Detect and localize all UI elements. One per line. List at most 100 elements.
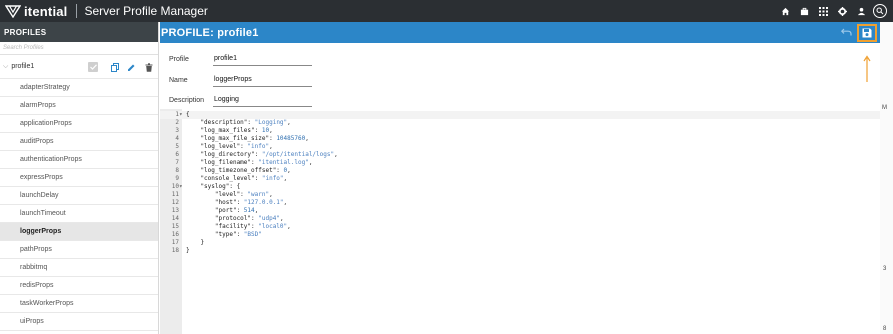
profile-search-input[interactable]: Search Profiles bbox=[0, 42, 158, 55]
sidebar-item-launchtimeout[interactable]: launchTimeout bbox=[0, 205, 158, 223]
line-number: 2 bbox=[175, 119, 179, 126]
code-text: "log_directory": "/opt/itential/logs", bbox=[186, 151, 338, 158]
profile-label: Profile bbox=[169, 56, 189, 63]
sidebar-item-launchdelay[interactable]: launchDelay bbox=[0, 187, 158, 205]
sidebar-item-authenticationprops[interactable]: authenticationProps bbox=[0, 151, 158, 169]
line-number: 14 bbox=[171, 215, 179, 222]
code-text: "protocol": "udp4", bbox=[186, 215, 284, 222]
right-edge-strip: M 3 8 bbox=[880, 22, 893, 334]
profile-form: Profile profile1 Name loggerProps Descri… bbox=[160, 43, 880, 111]
fold-toggle-icon[interactable]: ▾ bbox=[179, 183, 183, 191]
code-text: } bbox=[186, 247, 190, 254]
sidebar-item-applicationprops[interactable]: applicationProps bbox=[0, 115, 158, 133]
brand-name: itential bbox=[24, 3, 68, 19]
briefcase-icon[interactable] bbox=[795, 0, 813, 22]
line-number: 1 bbox=[175, 111, 179, 118]
profile-actions bbox=[88, 61, 159, 73]
line-number: 3 bbox=[175, 127, 179, 134]
sidebar-item-redisprops[interactable]: redisProps bbox=[0, 277, 158, 295]
code-line: 15 "facility": "local0", bbox=[160, 223, 880, 231]
sidebar-item-alarmprops[interactable]: alarmProps bbox=[0, 97, 158, 115]
sidebar-item-uiprops[interactable]: uiProps bbox=[0, 313, 158, 331]
sidebar-item-loggerprops[interactable]: loggerProps bbox=[0, 223, 158, 241]
code-text: } bbox=[186, 239, 205, 246]
undo-icon[interactable] bbox=[840, 26, 852, 38]
sidebar-item-auditprops[interactable]: auditProps bbox=[0, 133, 158, 151]
code-line: 3 "log_max_files": 10, bbox=[160, 127, 880, 135]
line-number: 12 bbox=[171, 199, 179, 206]
description-input[interactable]: Logging bbox=[213, 92, 312, 107]
save-button[interactable] bbox=[857, 24, 877, 42]
profile-field-row: Profile profile1 bbox=[160, 51, 480, 69]
code-line: 9 "console_level": "info", bbox=[160, 175, 880, 183]
code-line: 16 "type": "BSD" bbox=[160, 231, 880, 239]
sidebar-item-adapterstrategy[interactable]: adapterStrategy bbox=[0, 79, 158, 97]
profiles-sidebar: PROFILES Search Profiles ⌵ profile1 adap… bbox=[0, 22, 159, 334]
search-icon[interactable] bbox=[871, 0, 889, 22]
copy-icon[interactable] bbox=[108, 61, 121, 73]
code-text: "type": "BSD" bbox=[186, 231, 262, 238]
grid-icon[interactable] bbox=[814, 0, 832, 22]
profile-editor-panel: PROFILE: profile1 Profile profile1 Name … bbox=[160, 22, 880, 334]
line-number: 18 bbox=[171, 247, 179, 254]
sidebar-item-pathprops[interactable]: pathProps bbox=[0, 241, 158, 259]
panel-header: PROFILE: profile1 bbox=[160, 22, 880, 43]
code-text: { bbox=[186, 111, 190, 118]
itential-logo[interactable]: itential bbox=[0, 0, 68, 22]
sidebar-item-taskworkerprops[interactable]: taskWorkerProps bbox=[0, 295, 158, 313]
code-text: "host": "127.0.0.1", bbox=[186, 199, 288, 206]
code-line: 8 "log_timezone_offset": 0, bbox=[160, 167, 880, 175]
sidebar-item-expressprops[interactable]: expressProps bbox=[0, 169, 158, 187]
line-number: 11 bbox=[171, 191, 179, 198]
app-title: Server Profile Manager bbox=[84, 4, 208, 18]
line-number: 16 bbox=[171, 231, 179, 238]
profile-input[interactable]: profile1 bbox=[213, 51, 312, 66]
code-line: 7 "log_filename": "itential.log", bbox=[160, 159, 880, 167]
chevron-down-icon[interactable]: ⌵ bbox=[3, 63, 8, 71]
panel-title: PROFILE: profile1 bbox=[161, 26, 259, 39]
code-line: 18} bbox=[160, 247, 880, 255]
edit-icon[interactable] bbox=[125, 61, 138, 73]
home-icon[interactable] bbox=[776, 0, 794, 22]
profile-name[interactable]: profile1 bbox=[11, 63, 34, 70]
line-number: 17 bbox=[171, 239, 179, 246]
code-text: "facility": "local0", bbox=[186, 223, 291, 230]
save-icon bbox=[862, 28, 872, 38]
code-text: "console_level": "info", bbox=[186, 175, 288, 182]
code-text: "log_max_file_size": 10485760, bbox=[186, 135, 309, 142]
code-line: 4 "log_max_file_size": 10485760, bbox=[160, 135, 880, 143]
name-input[interactable]: loggerProps bbox=[213, 72, 312, 87]
title-divider bbox=[75, 4, 77, 18]
profile-properties-list: adapterStrategy alarmProps applicationProp… bbox=[0, 79, 158, 331]
profile-row[interactable]: ⌵ profile1 bbox=[0, 55, 158, 79]
code-line: 11 "level": "warn", bbox=[160, 191, 880, 199]
name-label: Name bbox=[169, 77, 188, 84]
code-text: "syslog": { bbox=[186, 183, 241, 190]
description-label: Description bbox=[169, 97, 205, 104]
code-text: "log_level": "info", bbox=[186, 143, 273, 150]
code-text: "port": 514, bbox=[186, 207, 259, 214]
trash-icon[interactable] bbox=[142, 61, 155, 73]
top-icons bbox=[775, 0, 889, 22]
gear-icon[interactable] bbox=[833, 0, 851, 22]
line-number: 7 bbox=[175, 159, 179, 166]
itential-logo-icon bbox=[5, 5, 21, 18]
code-line: 2 "description": "Logging", bbox=[160, 119, 880, 127]
right-strip-text: M bbox=[882, 105, 887, 111]
code-line: 17 } bbox=[160, 239, 880, 247]
json-code-editor[interactable]: 1 ▾{2 "description": "Logging", 3 "log_max… bbox=[160, 109, 880, 334]
user-icon[interactable] bbox=[852, 0, 870, 22]
fold-toggle-icon[interactable]: ▾ bbox=[179, 111, 183, 119]
sidebar-item-rabbitmq[interactable]: rabbitmq bbox=[0, 259, 158, 277]
code-line: 1 ▾{ bbox=[160, 111, 880, 119]
code-line: 14 "protocol": "udp4", bbox=[160, 215, 880, 223]
line-number: 10 bbox=[171, 183, 179, 190]
top-bar: itential Server Profile Manager bbox=[0, 0, 893, 22]
code-text: "log_max_files": 10, bbox=[186, 127, 273, 134]
name-field-row: Name loggerProps bbox=[160, 72, 480, 90]
code-text: "log_filename": "itential.log", bbox=[186, 159, 313, 166]
active-checkbox[interactable] bbox=[88, 62, 98, 72]
code-line: 5 "log_level": "info", bbox=[160, 143, 880, 151]
code-text: "description": "Logging", bbox=[186, 119, 291, 126]
right-strip-text: 8 bbox=[883, 326, 887, 332]
